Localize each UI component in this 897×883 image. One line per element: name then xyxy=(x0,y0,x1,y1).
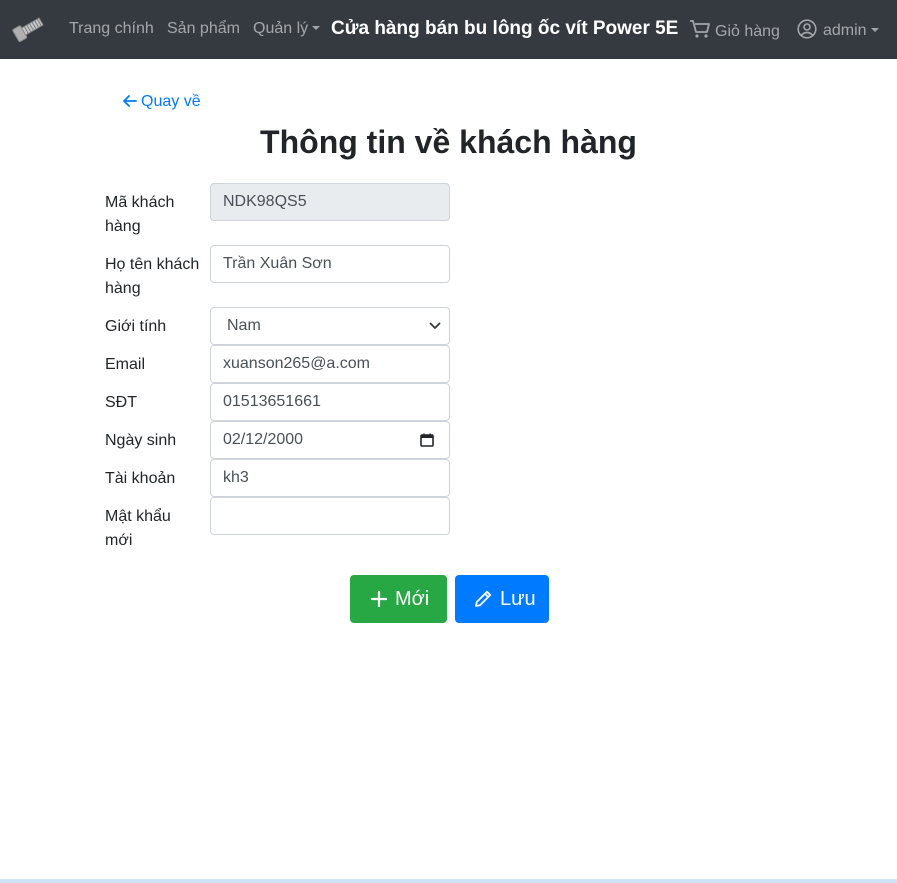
top-navbar: Trang chính Sản phẩm Quản lý Cửa hàng bá… xyxy=(0,0,897,59)
account-label: Tài khoản xyxy=(105,470,176,487)
chevron-down-icon xyxy=(429,322,441,329)
nav-products-link[interactable]: Sản phẩm xyxy=(167,19,240,39)
full-name-field[interactable]: Trần Xuân Sơn xyxy=(210,245,450,283)
account-field[interactable]: kh3 xyxy=(210,459,450,497)
new-button[interactable]: Mới xyxy=(350,575,447,623)
nav-manage-dropdown[interactable]: Quản lý xyxy=(253,19,321,39)
plus-icon xyxy=(370,590,388,608)
birthday-field-value: 02/12/2000 xyxy=(223,431,304,448)
nav-home-link[interactable]: Trang chính xyxy=(69,19,154,39)
gender-select-value: Nam xyxy=(227,317,261,334)
brand-title[interactable]: Cửa hàng bán bu lông ốc vít Power 5E xyxy=(331,17,678,41)
chevron-down-icon xyxy=(312,26,321,30)
new-password-field[interactable] xyxy=(210,497,450,535)
bolt-logo-icon[interactable] xyxy=(10,13,46,45)
save-button[interactable]: Lưu xyxy=(455,575,549,623)
birthday-label: Ngày sinh xyxy=(105,432,177,449)
arrow-left-icon xyxy=(123,95,137,107)
birthday-field[interactable]: 02/12/2000 xyxy=(210,421,450,459)
pencil-icon xyxy=(475,590,492,607)
calendar-icon[interactable] xyxy=(420,433,434,447)
customer-id-field[interactable]: NDK98QS5 xyxy=(210,183,450,221)
nav-manage-label: Quản lý xyxy=(253,20,309,37)
email-field[interactable]: xuanson265@a.com xyxy=(210,345,450,383)
email-label: Email xyxy=(105,356,146,373)
phone-field[interactable]: 01513651661 xyxy=(210,383,450,421)
cart-icon xyxy=(690,20,710,38)
page-title: Thông tin về khách hàng xyxy=(260,124,637,160)
gender-label: Giới tính xyxy=(105,318,167,335)
chevron-down-icon xyxy=(870,28,879,32)
back-link-label: Quay về xyxy=(141,93,201,110)
back-link[interactable]: Quay về xyxy=(121,92,201,112)
new-button-label: Mới xyxy=(395,588,430,610)
new-password-label: Mật khẩu mới xyxy=(105,508,171,549)
phone-label: SĐT xyxy=(105,394,137,411)
nav-user-dropdown[interactable]: admin xyxy=(797,19,879,41)
full-name-label: Họ tên khách hàng xyxy=(105,256,200,297)
nav-cart-label: Giỏ hàng xyxy=(715,23,780,40)
nav-cart-link[interactable]: Giỏ hàng xyxy=(689,19,780,42)
user-circle-icon xyxy=(797,19,817,39)
gender-select[interactable]: Nam xyxy=(210,307,450,345)
customer-id-label: Mã khách hàng xyxy=(105,194,175,235)
save-button-label: Lưu xyxy=(500,588,536,610)
bottom-border xyxy=(0,879,897,883)
nav-user-label: admin xyxy=(823,22,867,39)
